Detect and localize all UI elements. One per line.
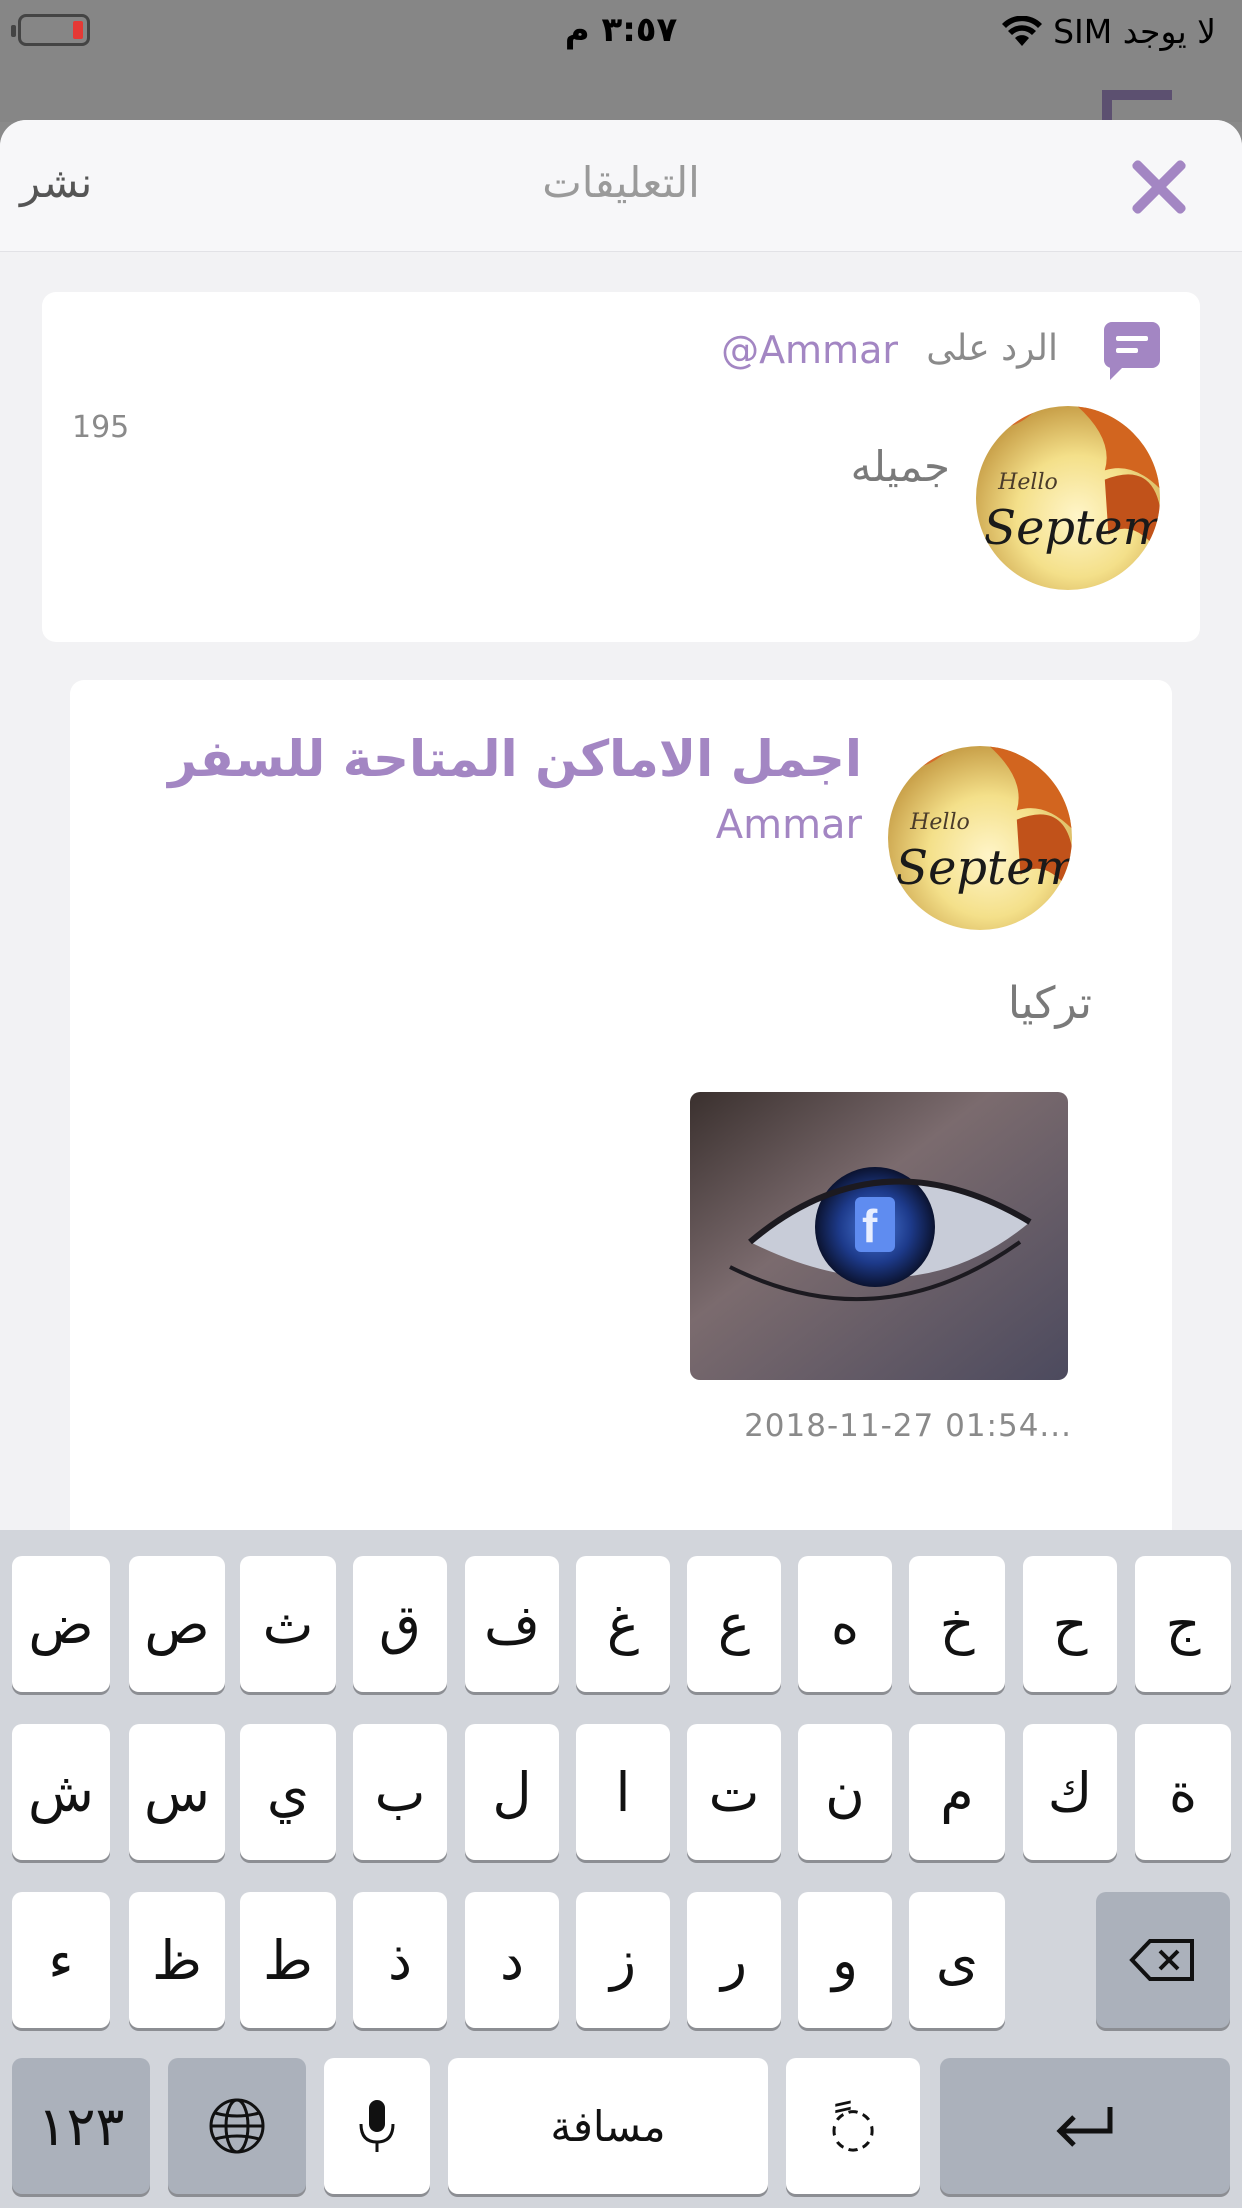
key-row2-8[interactable]: م [909, 1724, 1005, 1860]
key-row3-3[interactable]: ذ [353, 1892, 447, 2028]
key-row1-9[interactable]: ح [1023, 1556, 1117, 1692]
comments-sheet: نشر التعليقات الرد على @Ammar Hello Sept… [0, 120, 1242, 1530]
comment-bubble-icon [1104, 322, 1160, 380]
key-row3-8[interactable]: ى [909, 1892, 1005, 2028]
key-row3-1[interactable]: ظ [129, 1892, 225, 2028]
key-row2-10[interactable]: ة [1135, 1724, 1231, 1860]
post-date: 2018-11-27 01:54... [744, 1408, 1072, 1444]
key-row1-4[interactable]: ف [465, 1556, 559, 1692]
key-row3-4[interactable]: د [465, 1892, 559, 2028]
comment-card: الرد على @Ammar Hello Septem جميله 195 [42, 292, 1200, 642]
reply-username[interactable]: @Ammar [721, 328, 898, 372]
key-row3-2[interactable]: ط [240, 1892, 336, 2028]
key-row2-6[interactable]: ت [687, 1724, 781, 1860]
globe-icon [209, 2098, 265, 2154]
avatar[interactable]: Hello Septem [976, 406, 1160, 590]
key-row3-5[interactable]: ز [576, 1892, 670, 2028]
post-image[interactable]: f [690, 1092, 1068, 1380]
avatar-text-septem: Septem [983, 501, 1160, 556]
status-carrier-group: لا يوجد SIM [1001, 12, 1216, 51]
return-key[interactable] [940, 2058, 1230, 2194]
carrier-label: لا يوجد SIM [1053, 12, 1216, 51]
key-row2-7[interactable]: ن [798, 1724, 892, 1860]
background-header [0, 62, 1242, 122]
return-icon [1056, 2107, 1113, 2147]
post-author[interactable]: Ammar [716, 802, 862, 848]
sheet-title: التعليقات [542, 158, 700, 207]
key-row3-6[interactable]: ر [687, 1892, 781, 2028]
post-text: تركيا [1007, 978, 1092, 1029]
key-row2-3[interactable]: ب [353, 1724, 447, 1860]
key-row3-0[interactable]: ء [12, 1892, 110, 2028]
keyboard: ١٢٣ مسافة ً◌ ضصثقفغعهخحج شسيبلاتنمكة ءظطذد… [0, 1530, 1242, 2208]
reply-label: الرد على [926, 328, 1058, 369]
key-row1-3[interactable]: ق [353, 1556, 447, 1692]
key-row1-10[interactable]: ج [1135, 1556, 1231, 1692]
avatar-text-hello: Hello [997, 470, 1058, 495]
svg-text:Septem: Septem [895, 841, 1072, 896]
key-row1-8[interactable]: خ [909, 1556, 1005, 1692]
numbers-key[interactable]: ١٢٣ [12, 2058, 150, 2194]
key-row1-1[interactable]: ص [129, 1556, 225, 1692]
close-icon[interactable] [1126, 154, 1190, 218]
sheet-header: نشر التعليقات [0, 120, 1242, 252]
key-row2-9[interactable]: ك [1023, 1724, 1117, 1860]
post-author-avatar[interactable]: Hello Septem [888, 746, 1072, 930]
diacritic-key[interactable]: ً◌ [786, 2058, 920, 2194]
space-key[interactable]: مسافة [448, 2058, 768, 2194]
microphone-key[interactable] [324, 2058, 430, 2194]
backspace-key[interactable] [1096, 1892, 1230, 2028]
status-bar: ٣:٥٧ م لا يوجد SIM [0, 0, 1242, 62]
key-row1-7[interactable]: ه [798, 1556, 892, 1692]
comment-count: 195 [72, 410, 130, 445]
avatar-image: Hello Septem [888, 746, 1072, 930]
globe-key[interactable] [168, 2058, 306, 2194]
key-row1-5[interactable]: غ [576, 1556, 670, 1692]
key-row2-5[interactable]: ا [576, 1724, 670, 1860]
key-row3-7[interactable]: و [798, 1892, 892, 2028]
key-row2-2[interactable]: ي [240, 1724, 336, 1860]
key-row2-4[interactable]: ل [465, 1724, 559, 1860]
wifi-icon [1002, 15, 1043, 46]
backspace-icon [1129, 1939, 1194, 1981]
comment-text: جميله [850, 442, 950, 491]
key-row2-1[interactable]: س [129, 1724, 225, 1860]
key-row1-6[interactable]: ع [687, 1556, 781, 1692]
svg-text:Hello: Hello [909, 810, 970, 835]
key-row1-0[interactable]: ض [12, 1556, 110, 1692]
post-title: اجمل الاماكن المتاحة للسفر [168, 730, 862, 788]
avatar-image: Hello Septem [976, 406, 1160, 590]
key-row2-0[interactable]: ش [12, 1724, 110, 1860]
eye-photo: f [690, 1092, 1068, 1380]
svg-text:f: f [862, 1200, 878, 1252]
microphone-icon [359, 2100, 395, 2152]
key-row1-2[interactable]: ث [240, 1556, 336, 1692]
post-card[interactable]: Hello Septem اجمل الاماكن المتاحة للسفر … [70, 680, 1172, 1530]
